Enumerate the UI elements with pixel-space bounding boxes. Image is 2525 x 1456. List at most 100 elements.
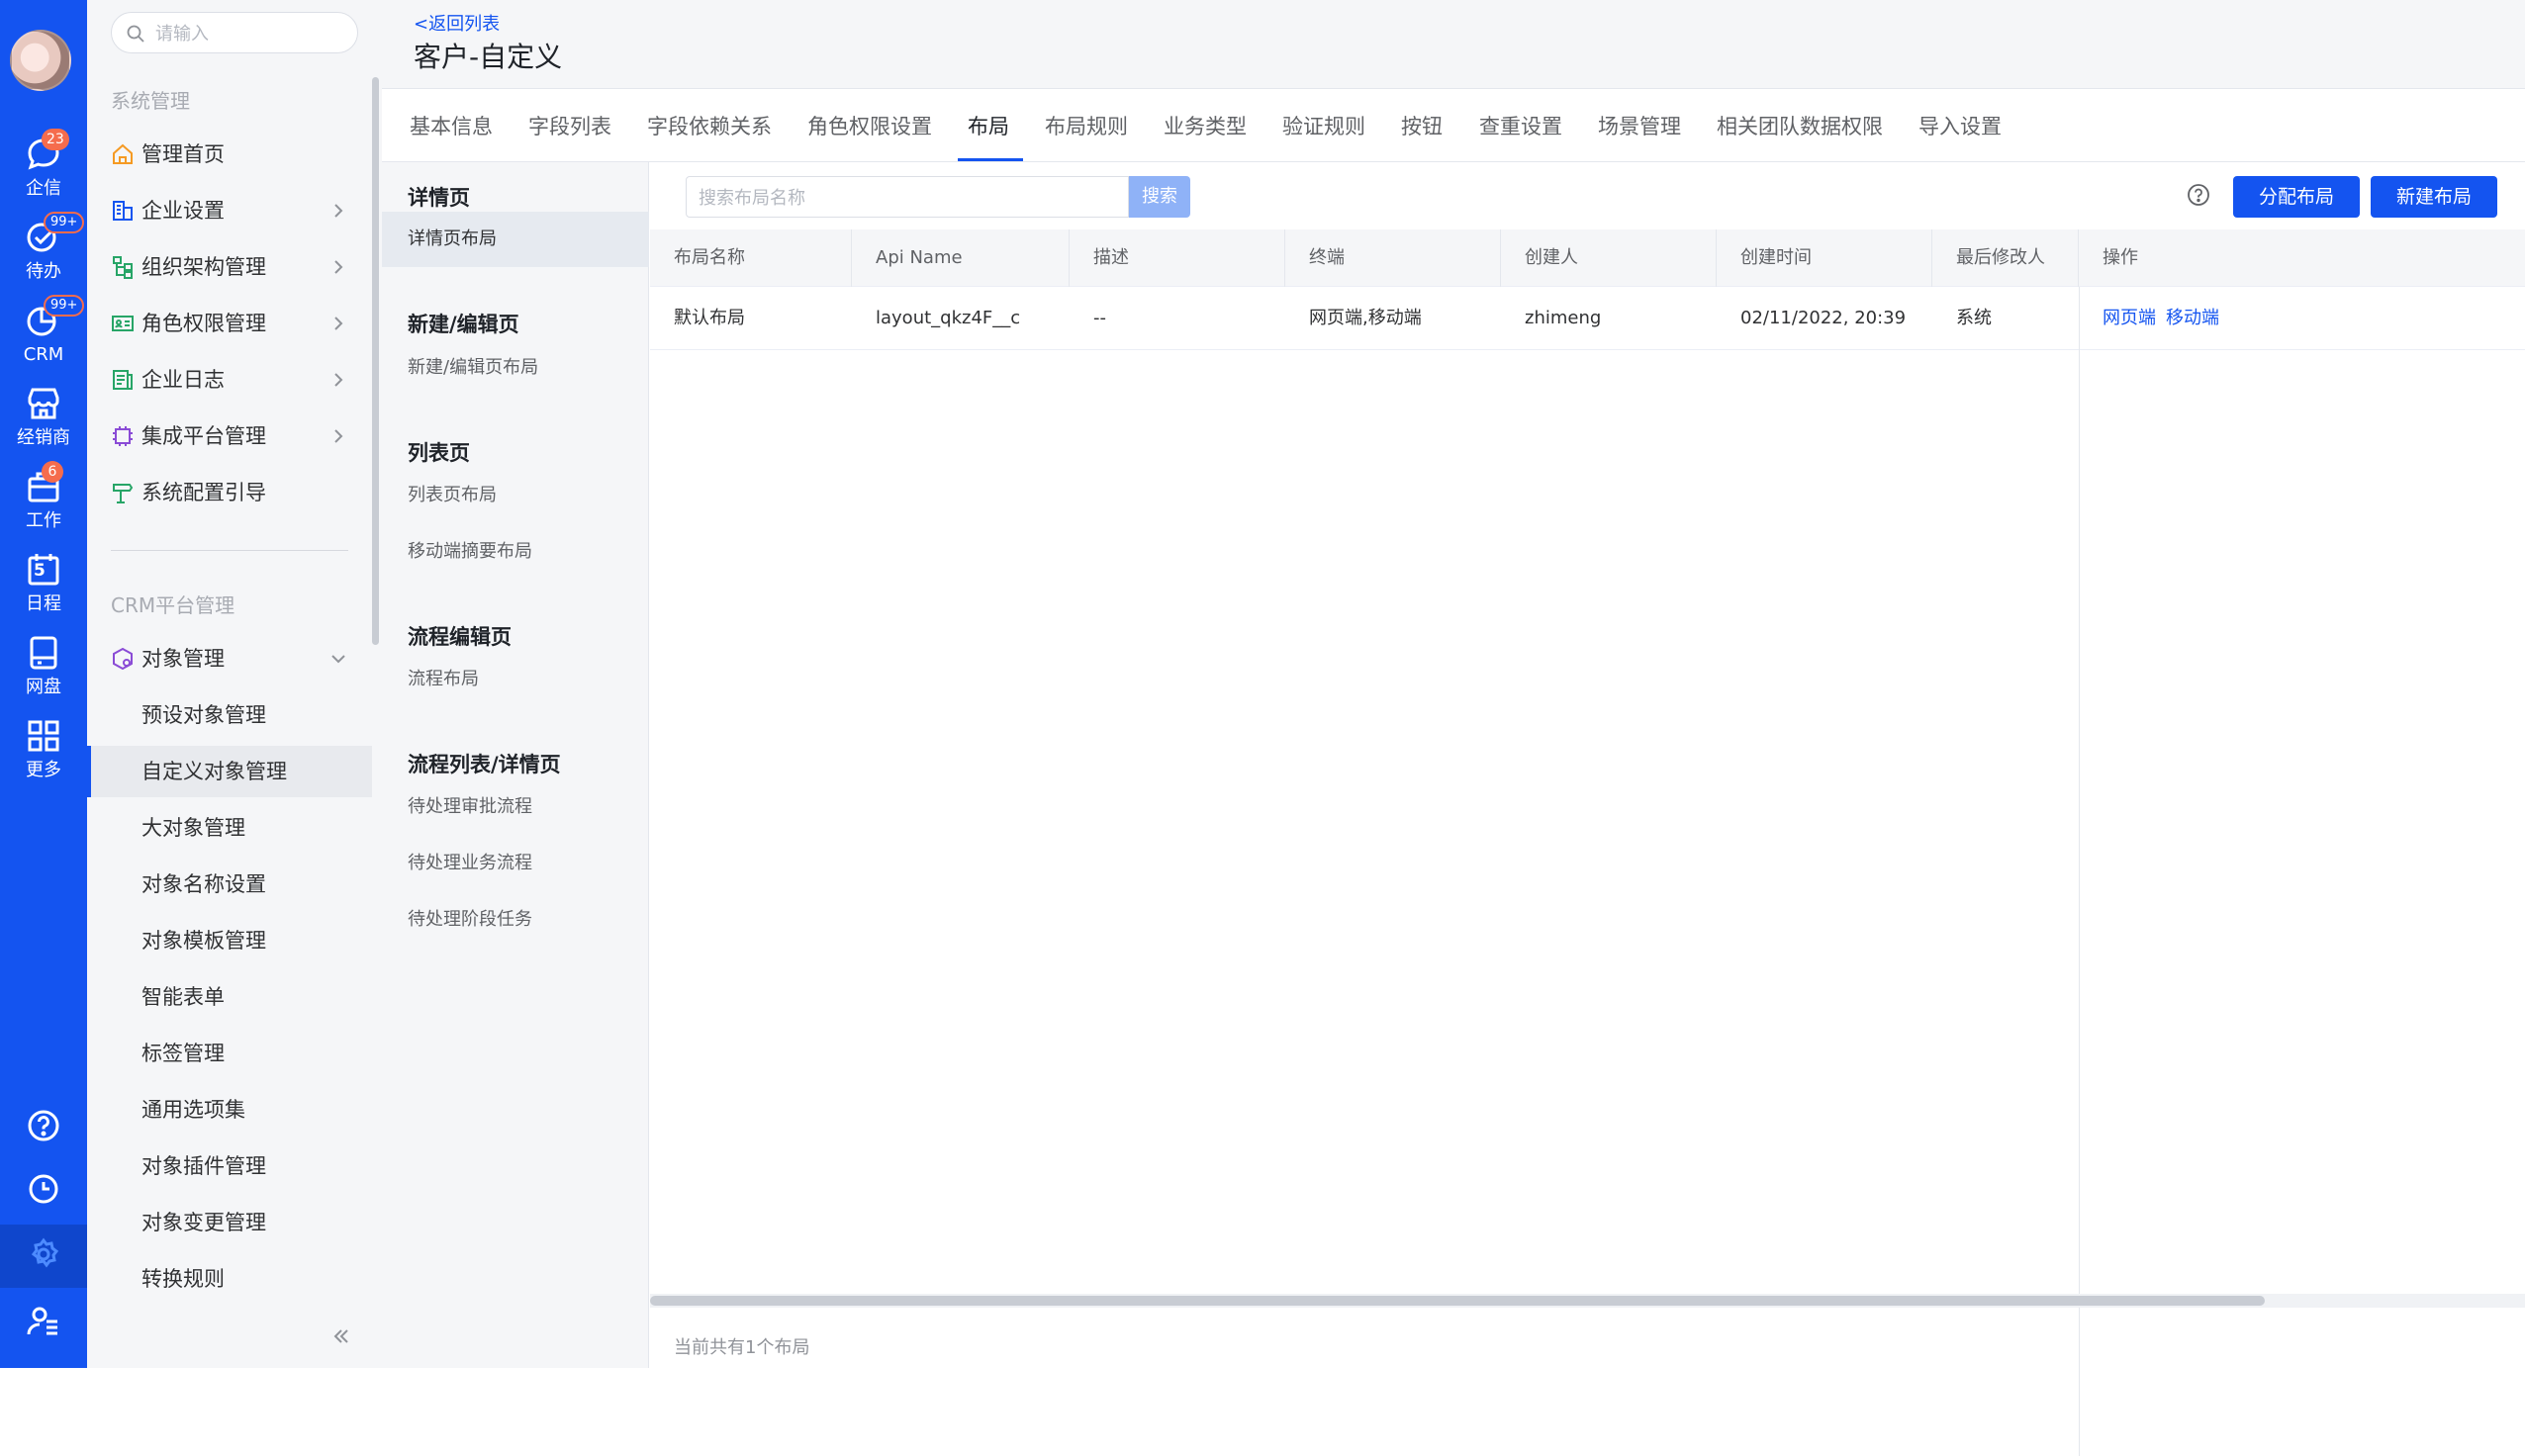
rail-label: 待办 (26, 261, 61, 282)
sidebar-sub-preset[interactable]: 预设对象管理 (87, 689, 372, 741)
cat-head-flow-edit: 流程编辑页 (408, 625, 512, 649)
sidebar-item-logs[interactable]: 企业日志 (87, 354, 372, 406)
calendar-day: 5 (34, 561, 46, 581)
tab-validation-rules[interactable]: 验证规则 (1282, 111, 1365, 140)
tab-role-permissions[interactable]: 角色权限设置 (807, 111, 932, 140)
rail-label: 工作 (26, 510, 61, 531)
sidebar-item-roles[interactable]: 角色权限管理 (87, 298, 372, 349)
rail-item-more[interactable]: 更多 (0, 716, 87, 799)
sidebar-sub-plugins[interactable]: 对象插件管理 (87, 1140, 372, 1192)
cat-item-pending-stage[interactable]: 待处理阶段任务 (382, 892, 649, 948)
help-icon[interactable] (2186, 182, 2211, 208)
rail-label: CRM (23, 344, 64, 365)
rail-help[interactable] (0, 1096, 87, 1155)
tab-team-permissions[interactable]: 相关团队数据权限 (1717, 111, 1883, 140)
cell-description: -- (1093, 308, 1106, 328)
sidebar-search[interactable] (111, 12, 358, 53)
sidebar-sub-changes[interactable]: 对象变更管理 (87, 1197, 372, 1248)
rail-label: 网盘 (26, 677, 61, 697)
cat-head-list: 列表页 (408, 441, 470, 465)
tab-field-dependency[interactable]: 字段依赖关系 (647, 111, 772, 140)
layout-search-input[interactable] (699, 185, 1114, 211)
sidebar-sub-templates[interactable]: 对象模板管理 (87, 915, 372, 966)
cat-item-pending-approval[interactable]: 待处理审批流程 (382, 779, 649, 835)
sidebar-item-org[interactable]: 组织架构管理 (87, 241, 372, 293)
sidebar-sub-smart-form[interactable]: 智能表单 (87, 971, 372, 1023)
assign-layout-button[interactable]: 分配布局 (2233, 176, 2360, 218)
cat-item-pending-business[interactable]: 待处理业务流程 (382, 836, 649, 891)
rail-label: 经销商 (17, 427, 70, 448)
rail-item-messages[interactable]: 企信 23 (0, 129, 87, 218)
layout-main: 搜索 分配布局 新建布局 布局名称 Api Name 描述 终端 创建人 创建时… (650, 162, 2525, 1456)
rail-history[interactable] (0, 1159, 87, 1219)
sidebar-search-input[interactable] (155, 21, 343, 46)
app-rail: 企信 23 待办 99+ CRM 99+ 经销商 工作 6 5 日程 网盘 更多 (0, 0, 87, 1368)
sidebar-sub-custom[interactable]: 自定义对象管理 (87, 746, 372, 797)
tab-import-settings[interactable]: 导入设置 (1918, 111, 2002, 140)
grid-icon (28, 720, 59, 752)
search-button[interactable]: 搜索 (1129, 176, 1190, 218)
cell-created-time: 02/11/2022, 20:39 (1740, 308, 1907, 328)
tab-layout[interactable]: 布局 (968, 111, 1009, 140)
rail-settings[interactable] (0, 1225, 87, 1288)
tab-scene-mgmt[interactable]: 场景管理 (1598, 111, 1681, 140)
op-mobile-link[interactable]: 移动端 (2166, 308, 2219, 328)
sidebar-item-company[interactable]: 企业设置 (87, 185, 372, 236)
user-admin-icon (27, 1307, 57, 1335)
chevron-right-icon (334, 373, 343, 387)
layout-search-box[interactable] (686, 176, 1129, 218)
signpost-icon (113, 484, 134, 503)
avatar[interactable] (10, 30, 71, 91)
col-api-name: Api Name (852, 229, 1070, 287)
rail-item-dealer[interactable]: 经销商 (0, 384, 87, 467)
sidebar-item-guide[interactable]: 系统配置引导 (87, 467, 372, 518)
sidebar-item-integration[interactable]: 集成平台管理 (87, 410, 372, 462)
rail-item-drive[interactable]: 网盘 (0, 633, 87, 716)
tab-business-types[interactable]: 业务类型 (1164, 111, 1247, 140)
cat-item-mobile-summary[interactable]: 移动端摘要布局 (382, 524, 649, 580)
rail-item-crm[interactable]: CRM 99+ (0, 295, 87, 384)
tab-basic-info[interactable]: 基本信息 (410, 111, 493, 140)
tab-active-indicator (958, 158, 1023, 161)
tab-buttons[interactable]: 按钮 (1401, 111, 1443, 140)
cat-item-flow-layout[interactable]: 流程布局 (382, 652, 649, 707)
operations-column-divider (2079, 287, 2080, 1456)
cat-item-detail-layout[interactable]: 详情页布局 (382, 212, 649, 267)
cat-item-edit-layout[interactable]: 新建/编辑页布局 (382, 340, 649, 396)
sidebar-sub-conversion[interactable]: 转换规则 (87, 1253, 372, 1305)
layout-category-panel: 详情页 详情页布局 新建/编辑页 新建/编辑页布局 列表页 列表页布局 移动端摘… (382, 162, 649, 1368)
tab-bar: 基本信息 字段列表 字段依赖关系 角色权限设置 布局 布局规则 业务类型 验证规… (382, 89, 2525, 162)
sidebar-item-home[interactable]: 管理首页 (87, 129, 372, 180)
cell-last-modifier: 系统 (1956, 308, 1992, 328)
new-layout-button[interactable]: 新建布局 (2371, 176, 2497, 218)
tab-dedup-settings[interactable]: 查重设置 (1479, 111, 1562, 140)
sidebar-scrollbar[interactable] (372, 77, 379, 645)
sidebar-sub-big-object[interactable]: 大对象管理 (87, 802, 372, 854)
col-last-modifier: 最后修改人 (1932, 229, 2079, 287)
badge-count: 6 (42, 461, 63, 483)
col-terminal: 终端 (1285, 229, 1501, 287)
badge-count: 99+ (44, 212, 85, 233)
cell-layout-name: 默认布局 (674, 308, 745, 328)
chevron-down-icon (331, 655, 345, 664)
back-to-list-link[interactable]: <返回列表 (414, 10, 500, 36)
tab-field-list[interactable]: 字段列表 (528, 111, 611, 140)
horizontal-scrollbar[interactable] (650, 1296, 2265, 1306)
gear-icon (31, 1237, 59, 1268)
double-chevron-left-icon[interactable] (330, 1325, 352, 1347)
tab-layout-rules[interactable]: 布局规则 (1045, 111, 1128, 140)
cat-head-edit: 新建/编辑页 (408, 313, 519, 336)
badge-count: 23 (42, 129, 69, 150)
op-web-link[interactable]: 网页端 (2103, 308, 2156, 328)
sidebar-sub-tags[interactable]: 标签管理 (87, 1028, 372, 1079)
rail-admin[interactable] (0, 1292, 87, 1351)
rail-item-todo[interactable]: 待办 99+ (0, 212, 87, 301)
id-card-icon (112, 316, 134, 331)
home-icon (113, 143, 133, 164)
cat-item-list-layout[interactable]: 列表页布局 (382, 468, 649, 523)
sidebar-sub-option-sets[interactable]: 通用选项集 (87, 1084, 372, 1136)
rail-item-work[interactable]: 工作 6 (0, 461, 87, 550)
sidebar-sub-name-settings[interactable]: 对象名称设置 (87, 859, 372, 910)
rail-item-calendar[interactable]: 5 日程 (0, 550, 87, 633)
sidebar-item-object-mgmt[interactable]: 对象管理 (87, 633, 372, 684)
